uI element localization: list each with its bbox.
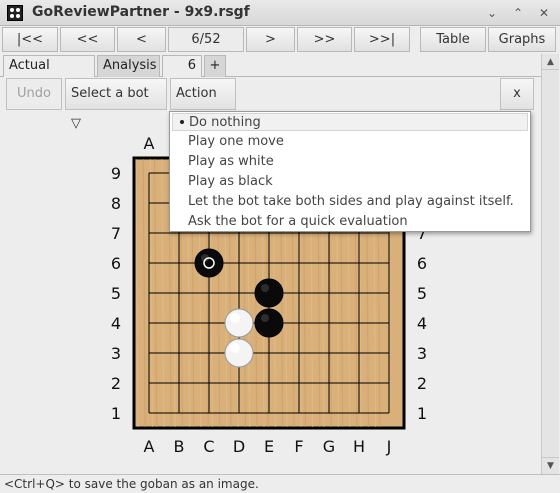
row-label-left: 9: [111, 164, 121, 183]
stone-highlight: [261, 314, 269, 322]
column-label-bottom: D: [233, 437, 245, 456]
row-label-right: 6: [417, 254, 427, 273]
white-stone: [224, 308, 254, 338]
menu-item-quick-evaluation[interactable]: Ask the bot for a quick evaluation: [170, 212, 530, 232]
select-bot-dropdown[interactable]: Select a bot ▽: [65, 78, 167, 131]
menu-item-play-one-move[interactable]: Play one move: [170, 132, 530, 152]
wood-grain: [135, 158, 139, 428]
tab-move-number[interactable]: 6: [162, 55, 202, 77]
column-label-bottom: J: [386, 437, 392, 456]
wood-grain: [149, 158, 153, 428]
back-button[interactable]: <: [117, 27, 166, 52]
window-title: GoReviewPartner - 9x9.rsgf: [32, 4, 250, 20]
row-label-left: 7: [111, 224, 121, 243]
analysis-toolbar: Undo Select a bot ▽ Action ▽ x: [4, 78, 534, 131]
close-icon[interactable]: ✕: [535, 4, 553, 22]
last-move-button[interactable]: >>|: [354, 27, 410, 52]
graphs-button[interactable]: Graphs: [488, 27, 556, 52]
column-label-bottom: A: [144, 437, 155, 456]
stone-highlight: [230, 343, 240, 353]
column-label-bottom: G: [323, 437, 335, 456]
forward-button[interactable]: >: [246, 27, 295, 52]
wood-grain: [142, 158, 146, 428]
tab-actual-game[interactable]: Actual game: [3, 55, 95, 93]
app-icon: [7, 5, 23, 21]
move-position: 6/52: [168, 27, 244, 52]
undo-button[interactable]: Undo: [6, 78, 62, 110]
stone-highlight: [201, 254, 209, 262]
stone-highlight: [230, 313, 240, 323]
tab-bar: Actual game Analysis 6 +: [0, 54, 545, 93]
table-button[interactable]: Table: [420, 27, 486, 52]
row-label-left: 2: [111, 374, 121, 393]
maximize-icon[interactable]: ⌃: [509, 4, 527, 22]
row-label-right: 4: [417, 314, 427, 333]
row-label-left: 6: [111, 254, 121, 273]
title-bar: GoReviewPartner - 9x9.rsgf ⌄ ⌃ ✕: [0, 0, 560, 26]
forward-ten-button[interactable]: >>: [297, 27, 352, 52]
menu-item-self-play[interactable]: Let the bot take both sides and play aga…: [170, 192, 530, 212]
row-label-right: 1: [417, 404, 427, 423]
black-stone: [254, 308, 284, 338]
menu-item-play-as-black[interactable]: Play as black: [170, 172, 530, 192]
row-label-right: 3: [417, 344, 427, 363]
column-label-bottom: F: [294, 437, 303, 456]
minimize-icon[interactable]: ⌄: [483, 4, 501, 22]
column-label-bottom: H: [353, 437, 365, 456]
row-label-left: 5: [111, 284, 121, 303]
menu-item-play-as-white[interactable]: Play as white: [170, 152, 530, 172]
first-move-button[interactable]: |<<: [2, 27, 58, 52]
status-bar: <Ctrl+Q> to save the goban as an image.: [0, 474, 560, 492]
action-dropdown[interactable]: Action ▽: [170, 78, 236, 131]
column-label-bottom: C: [203, 437, 214, 456]
last-move-marker: [203, 257, 215, 269]
black-stone: [194, 248, 224, 278]
black-stone: [254, 278, 284, 308]
navigation-bar: |<< << < 6/52 > >> >>| Table Graphs: [0, 27, 560, 53]
tab-analysis[interactable]: Analysis: [97, 55, 160, 77]
wood-grain: [161, 158, 165, 428]
selected-bullet-icon: [180, 120, 184, 124]
row-label-left: 1: [111, 404, 121, 423]
row-label-left: 4: [111, 314, 121, 333]
close-analysis-button[interactable]: x: [500, 78, 534, 110]
row-label-right: 5: [417, 284, 427, 303]
scroll-down-icon[interactable]: ▼: [542, 457, 559, 473]
white-stone: [224, 338, 254, 368]
row-label-left: 3: [111, 344, 121, 363]
stone-highlight: [261, 284, 269, 292]
action-menu: Do nothing Play one move Play as white P…: [169, 111, 531, 232]
wood-grain: [154, 158, 158, 428]
row-label-left: 8: [111, 194, 121, 213]
column-label-top: A: [144, 134, 155, 153]
row-label-right: 2: [417, 374, 427, 393]
vertical-scrollbar[interactable]: ▲ ▼: [541, 54, 559, 474]
column-label-bottom: E: [264, 437, 274, 456]
back-ten-button[interactable]: <<: [60, 27, 115, 52]
column-label-bottom: B: [174, 437, 185, 456]
menu-item-label: Do nothing: [189, 115, 261, 130]
add-tab-button[interactable]: +: [204, 55, 226, 77]
menu-item-do-nothing[interactable]: Do nothing: [172, 113, 528, 131]
scroll-up-icon[interactable]: ▲: [542, 54, 559, 70]
